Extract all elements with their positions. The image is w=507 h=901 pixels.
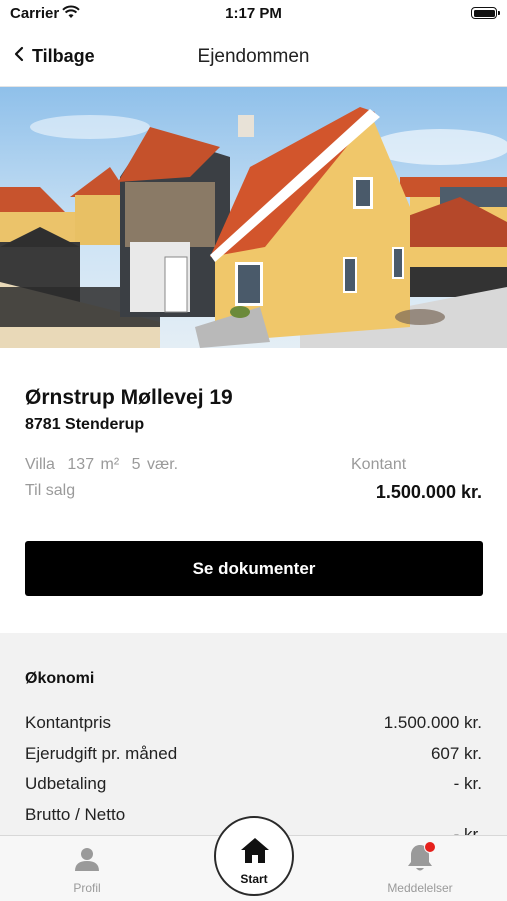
tab-profile-label: Profil <box>73 881 101 895</box>
tab-home-label: Start <box>240 872 268 886</box>
economy-row-label: Ejerudgift pr. måned <box>25 744 178 763</box>
economy-row-label: Kontantpris <box>25 713 111 732</box>
property-info: Ørnstrup Møllevej 19 8781 Stenderup Vill… <box>0 348 507 633</box>
tab-messages-label: Meddelelser <box>387 881 453 895</box>
economy-row-value: 1.500.000 kr. <box>383 713 482 732</box>
property-photo <box>0 87 507 348</box>
property-postal: 8781 Stenderup <box>25 416 145 433</box>
person-icon <box>74 846 100 877</box>
tab-home[interactable]: Start <box>214 816 294 896</box>
property-rooms: 5 vær. <box>131 456 179 473</box>
economy-row-value: - kr. <box>453 774 482 793</box>
tab-messages[interactable]: Meddelelser <box>360 836 480 901</box>
page-title: Ejendommen <box>197 46 310 67</box>
economy-row-value: 607 kr. <box>430 744 482 763</box>
economy-row: Kontantpris 1.500.000 kr. <box>25 713 482 737</box>
economy-row-label: Brutto / Netto <box>25 805 126 824</box>
economy-row: Ejerudgift pr. måned 607 kr. <box>25 744 482 768</box>
see-documents-button[interactable]: Se dokumenter <box>25 541 483 596</box>
economy-row-label: Udbetaling <box>25 774 107 793</box>
property-address: Ørnstrup Møllevej 19 <box>25 386 233 409</box>
clock: 1:17 PM <box>225 5 282 22</box>
economy-title: Økonomi <box>25 670 95 687</box>
home-icon <box>240 836 270 869</box>
battery-icon <box>471 7 500 19</box>
price-label: Kontant <box>351 456 407 473</box>
property-status: Til salg <box>25 482 76 499</box>
property-type: Villa <box>25 456 55 473</box>
notification-badge <box>424 841 436 853</box>
property-specs: Villa 137 m² 5 vær. <box>25 456 184 474</box>
tab-profile[interactable]: Profil <box>27 836 147 901</box>
property-area: 137 m² <box>67 456 120 473</box>
status-bar: Carrier 1:17 PM <box>0 0 507 28</box>
navigation-bar: Tilbage Ejendommen <box>0 28 507 87</box>
economy-row: Udbetaling - kr. <box>25 774 482 798</box>
property-price: 1.500.000 kr. <box>375 482 482 502</box>
